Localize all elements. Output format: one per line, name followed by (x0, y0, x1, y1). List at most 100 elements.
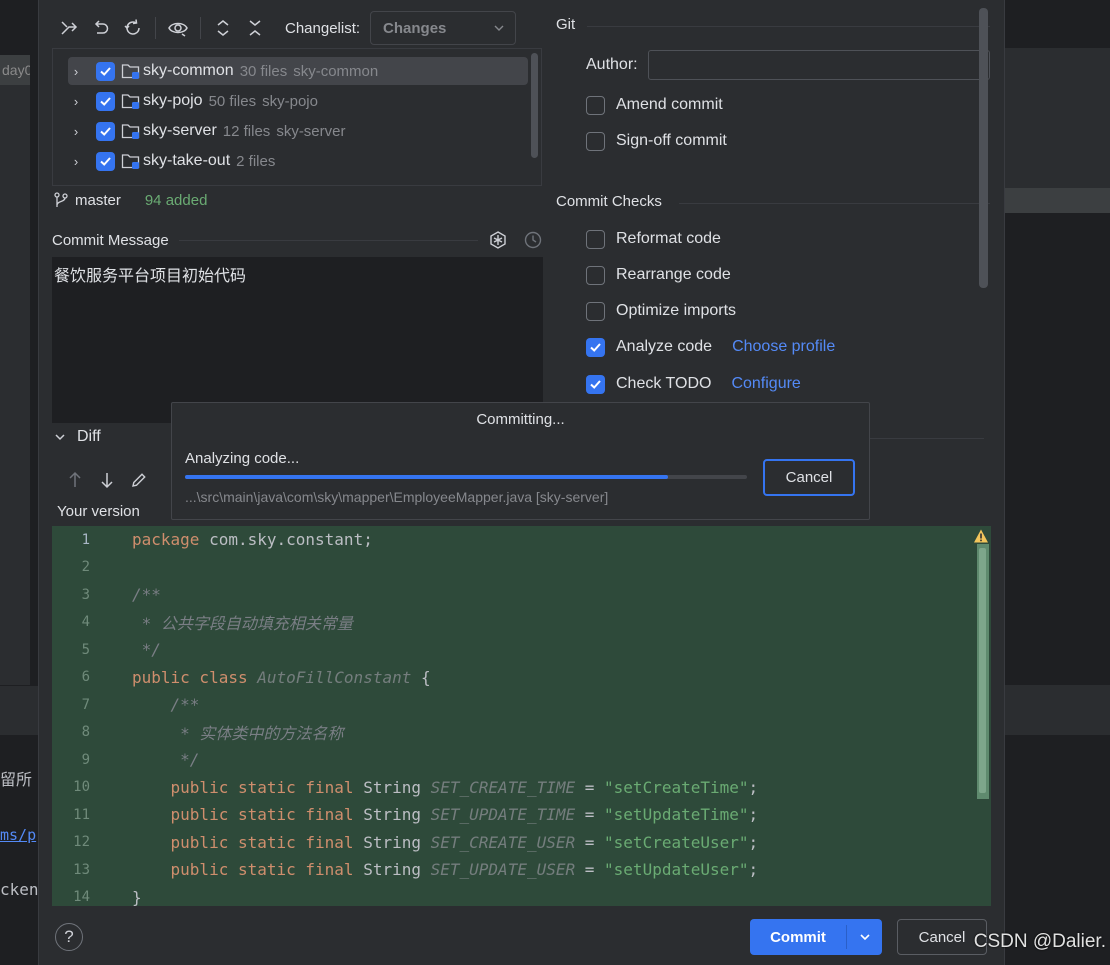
chevron-right-icon[interactable]: › (68, 154, 84, 169)
tree-row-sky-common[interactable]: › sky-common 30 files sky-common (68, 57, 528, 85)
progress-cancel-button[interactable]: Cancel (763, 459, 855, 496)
background-editor-right (1005, 0, 1110, 965)
tree-row-sky-server[interactable]: › sky-server 12 files sky-server (68, 117, 528, 145)
todo-label: Check TODO (616, 375, 712, 392)
chevron-right-icon[interactable]: › (68, 124, 84, 139)
git-branch-icon (54, 192, 68, 207)
tree-row-sky-take-out[interactable]: › sky-take-out 2 files (68, 147, 528, 175)
rearrange-code-option[interactable]: Rearrange code (586, 264, 731, 286)
signoff-checkbox[interactable] (586, 131, 605, 151)
module-checkbox[interactable] (96, 61, 115, 81)
undo-icon (94, 20, 109, 34)
commit-button[interactable]: Commit (750, 919, 882, 955)
merge-arrows-icon (61, 21, 78, 35)
commit-message-input[interactable]: 餐饮服务平台项目初始代码 (52, 257, 543, 423)
refresh-icon (124, 19, 140, 35)
commit-dialog: Changelist: Changes › sky-common 30 file… (38, 0, 1005, 965)
tree-scrollbar[interactable] (531, 53, 538, 158)
background-link[interactable]: ms/p (0, 826, 36, 844)
configure-link[interactable]: Configure (731, 375, 800, 393)
ai-generate-icon[interactable] (488, 230, 508, 250)
choose-profile-link[interactable]: Choose profile (732, 338, 835, 356)
chevron-right-icon[interactable]: › (68, 94, 84, 109)
diff-section-header[interactable]: Diff (53, 428, 101, 446)
background-panel (1005, 48, 1110, 188)
changelist-label: Changelist: (285, 19, 361, 37)
analyze-label: Analyze code (616, 338, 713, 355)
help-button[interactable]: ? (55, 923, 83, 951)
collapse-all-button[interactable] (239, 12, 271, 44)
refresh-button[interactable] (117, 12, 149, 44)
code-token: = (575, 860, 605, 879)
module-folder-icon (121, 92, 141, 110)
amend-label: Amend commit (616, 96, 723, 113)
check-icon (100, 96, 111, 106)
code-token: AutoFillConstant (247, 667, 412, 687)
amend-checkbox[interactable] (586, 95, 605, 115)
analyze-checkbox[interactable] (586, 337, 605, 357)
code-token: String (353, 777, 431, 797)
diff-code-view[interactable]: 1 package com.sky.constant; 2 3 /** 4 * 公共… (52, 526, 991, 906)
chevron-right-icon[interactable]: › (68, 64, 84, 79)
background-text: cken (0, 880, 39, 899)
watermark: CSDN @Dalier. (973, 931, 1106, 952)
code-token: "setUpdateUser" (604, 860, 749, 879)
background-text: 留所 (0, 770, 33, 789)
analyze-code-option[interactable]: Analyze code Choose profile (586, 336, 835, 358)
reformat-code-option[interactable]: Reformat code (586, 228, 721, 250)
next-difference-button[interactable] (95, 465, 119, 495)
previous-difference-button[interactable] (63, 465, 87, 495)
code-token: } (132, 887, 142, 907)
changelist-value: Changes (383, 19, 447, 37)
optimize-imports-option[interactable]: Optimize imports (586, 300, 736, 322)
reformat-checkbox[interactable] (586, 229, 605, 249)
code-token: "setUpdateTime" (604, 805, 749, 824)
rearrange-checkbox[interactable] (586, 265, 605, 285)
commit-toolbar: Changelist: Changes (53, 8, 517, 48)
module-checkbox[interactable] (96, 151, 115, 171)
branch-name[interactable]: master (75, 192, 121, 209)
history-icon[interactable] (524, 231, 542, 249)
code-token: = (575, 832, 605, 852)
changelist-select[interactable]: Changes (370, 11, 517, 45)
rollback-changes-button[interactable] (53, 12, 85, 44)
divider (587, 26, 990, 27)
module-name: sky-pojo (143, 92, 203, 109)
commit-button-label[interactable]: Commit (750, 929, 846, 946)
module-folder-icon (121, 62, 141, 80)
code-token: String (353, 860, 431, 879)
edit-source-button[interactable] (127, 465, 151, 495)
code-token: com.sky.constant; (199, 530, 373, 549)
options-scrollbar[interactable] (979, 8, 988, 288)
code-token: SET_UPDATE_TIME (430, 805, 576, 824)
module-checkbox[interactable] (96, 91, 115, 111)
chevron-down-icon (494, 25, 504, 31)
diff-title: Diff (77, 428, 101, 445)
code-line: 11 public static final String SET_UPDATE… (52, 801, 758, 828)
undo-button[interactable] (85, 12, 117, 44)
line-number: 1 (81, 531, 90, 548)
optimize-checkbox[interactable] (586, 301, 605, 321)
expand-all-button[interactable] (207, 12, 239, 44)
author-input[interactable] (648, 50, 990, 80)
code-token: public static final (132, 777, 354, 797)
signoff-commit-option[interactable]: Sign-off commit (586, 130, 727, 152)
code-token: /** (132, 695, 200, 714)
show-diff-button[interactable] (162, 12, 194, 44)
file-count: 2 files (236, 152, 276, 170)
check-todo-option[interactable]: Check TODO Configure (586, 373, 801, 395)
module-checkbox[interactable] (96, 121, 115, 141)
code-line: 6 public class AutoFillConstant { (52, 664, 431, 691)
code-line: 13 public static final String SET_UPDATE… (52, 856, 758, 883)
code-line: 12 public static final String SET_CREATE… (52, 829, 758, 856)
code-token: ; (748, 832, 759, 852)
code-line: 7 /** (52, 691, 200, 718)
commit-options-dropdown[interactable] (847, 931, 882, 943)
code-token: ; (748, 860, 759, 879)
todo-checkbox[interactable] (586, 374, 605, 394)
tree-row-sky-pojo[interactable]: › sky-pojo 50 files sky-pojo (68, 87, 528, 115)
amend-commit-option[interactable]: Amend commit (586, 94, 723, 116)
code-scrollbar-thumb[interactable] (979, 548, 986, 793)
warning-icon[interactable] (973, 528, 989, 544)
code-line: 8 * 实体类中的方法名称 (52, 719, 344, 746)
